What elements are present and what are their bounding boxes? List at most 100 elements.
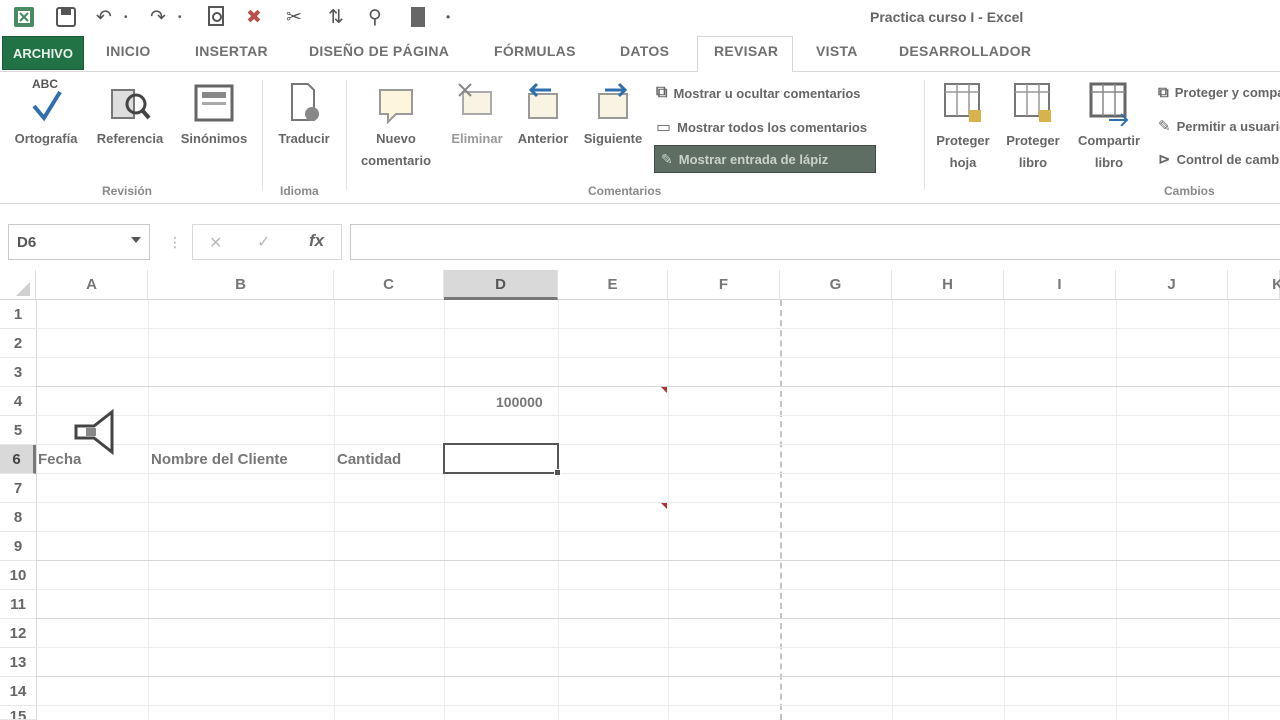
track-changes-button[interactable]: ⊳ Control de cambios: [1158, 150, 1280, 168]
worksheet-grid[interactable]: A B C D E F G H I J K 1 2 3 4 5 6 7 8 9 …: [0, 270, 1280, 720]
undo-dropdown-icon[interactable]: •: [124, 4, 128, 30]
column-header-g[interactable]: G: [780, 270, 892, 300]
column-header-d[interactable]: D: [444, 270, 558, 300]
column-header-k[interactable]: K: [1228, 270, 1280, 300]
clear-icon[interactable]: ✖: [246, 4, 262, 30]
tab-insertar[interactable]: INSERTAR: [195, 43, 268, 59]
filter-icon[interactable]: ⚲: [368, 4, 382, 30]
comment-indicator[interactable]: [661, 387, 667, 393]
page-break-line: [780, 300, 782, 720]
row-header-11[interactable]: 11: [0, 590, 36, 619]
tab-datos[interactable]: DATOS: [620, 43, 669, 59]
row-header-4[interactable]: 4: [0, 387, 36, 416]
cancel-icon[interactable]: ✕: [209, 233, 222, 253]
select-all-corner[interactable]: [0, 270, 36, 300]
grid-line: [1228, 300, 1229, 720]
tab-revisar[interactable]: REVISAR: [714, 43, 778, 59]
row-header-15[interactable]: 15: [0, 706, 36, 720]
share-book-button[interactable]: Compartir libro: [1068, 80, 1150, 174]
tab-vista[interactable]: VISTA: [816, 43, 858, 59]
column-header-c[interactable]: C: [334, 270, 444, 300]
row-header-7[interactable]: 7: [0, 474, 36, 503]
row-header-6[interactable]: 6: [0, 445, 36, 474]
tab-archivo[interactable]: ARCHIVO: [2, 36, 84, 70]
protect-sheet-button[interactable]: Proteger hoja: [928, 80, 998, 174]
comment-indicator[interactable]: [661, 503, 667, 509]
redo-icon[interactable]: ↷: [150, 4, 166, 30]
insert-function-icon[interactable]: fx: [309, 231, 324, 251]
customize-qat-icon[interactable]: •: [446, 4, 450, 30]
formula-bar-grip-icon: ⋮: [168, 234, 182, 250]
row-header-14[interactable]: 14: [0, 677, 36, 706]
tab-desarrollador[interactable]: DESARROLLADOR: [899, 43, 1031, 59]
name-box-dropdown-icon[interactable]: [131, 237, 141, 243]
group-label-idioma: Idioma: [280, 184, 319, 198]
row-header-3[interactable]: 3: [0, 358, 36, 387]
row-header-10[interactable]: 10: [0, 561, 36, 590]
ribbon: ABC Ortografía Referencia Sinónimos Revi…: [0, 72, 1280, 204]
grid-line: [892, 300, 893, 720]
delete-comment-button[interactable]: Eliminar: [444, 82, 510, 150]
formula-buttons: ✕ ✓ fx: [192, 224, 342, 260]
research-button[interactable]: Referencia: [88, 82, 172, 150]
column-header-j[interactable]: J: [1116, 270, 1228, 300]
thesaurus-icon: [192, 82, 236, 124]
row-header-12[interactable]: 12: [0, 619, 36, 648]
tab-formulas[interactable]: FÓRMULAS: [494, 43, 576, 59]
enter-icon[interactable]: ✓: [257, 232, 270, 252]
sort-icon[interactable]: ⇅: [328, 4, 344, 30]
grid-line: [36, 444, 1280, 445]
new-comment-button[interactable]: Nuevo comentario: [350, 82, 442, 172]
row-header-13[interactable]: 13: [0, 648, 36, 677]
group-label-revision: Revisión: [102, 184, 153, 198]
name-box[interactable]: D6: [8, 224, 150, 260]
print-preview-icon[interactable]: [206, 4, 228, 30]
tab-diseno-pagina[interactable]: DISEÑO DE PÁGINA: [309, 43, 449, 59]
next-comment-button[interactable]: Siguiente: [576, 80, 650, 150]
column-header-i[interactable]: I: [1004, 270, 1116, 300]
cell-c6[interactable]: Cantidad: [337, 451, 401, 468]
redo-dropdown-icon[interactable]: •: [178, 4, 182, 30]
show-hide-comments-button[interactable]: ⧉ Mostrar u ocultar comentarios: [656, 84, 861, 102]
tab-inicio[interactable]: INICIO: [106, 43, 151, 59]
show-ink-button[interactable]: ✎ Mostrar entrada de lápiz: [654, 145, 876, 173]
cell-b6[interactable]: Nombre del Cliente: [151, 451, 288, 468]
save-icon[interactable]: [54, 4, 78, 30]
column-header-f[interactable]: F: [668, 270, 780, 300]
grid-line: [36, 357, 1280, 358]
row-header-1[interactable]: 1: [0, 300, 36, 329]
grid-line: [334, 300, 335, 720]
column-header-b[interactable]: B: [148, 270, 334, 300]
formula-input[interactable]: [350, 224, 1280, 260]
column-header-a[interactable]: A: [36, 270, 148, 300]
translate-button[interactable]: Traducir: [268, 82, 340, 150]
protect-share-button[interactable]: ⧉ Proteger y compartir libro: [1158, 84, 1280, 101]
allow-edit-ranges-button[interactable]: ✎ Permitir a usuarios modificar rangos: [1158, 117, 1280, 135]
active-cell-d6[interactable]: [443, 443, 559, 474]
share-book-label-1: Compartir: [1077, 133, 1141, 148]
row-header-9[interactable]: 9: [0, 532, 36, 561]
row-header-2[interactable]: 2: [0, 329, 36, 358]
grid-line: [36, 386, 1280, 387]
thesaurus-label: Sinónimos: [180, 131, 248, 146]
group-divider: [924, 80, 925, 190]
show-all-comments-button[interactable]: ▭ Mostrar todos los comentarios: [656, 117, 867, 137]
previous-comment-button[interactable]: Anterior: [510, 80, 576, 150]
grid-line: [1116, 300, 1117, 720]
name-box-value: D6: [17, 234, 37, 251]
grid-line: [148, 300, 149, 720]
clear-formats-icon[interactable]: ✂: [286, 4, 302, 30]
protect-book-button[interactable]: Proteger libro: [998, 80, 1068, 174]
row-header-8[interactable]: 8: [0, 503, 36, 532]
grid-line: [36, 531, 1280, 532]
undo-icon[interactable]: ↶: [96, 4, 112, 30]
fill-handle[interactable]: [554, 469, 561, 476]
form-icon[interactable]: [408, 4, 428, 30]
column-header-h[interactable]: H: [892, 270, 1004, 300]
thesaurus-button[interactable]: Sinónimos: [172, 82, 256, 150]
cell-d4[interactable]: 100000: [496, 394, 543, 410]
cursor-icon: [72, 408, 118, 461]
spelling-button[interactable]: ABC Ortografía: [6, 78, 86, 150]
column-header-e[interactable]: E: [558, 270, 668, 300]
row-header-5[interactable]: 5: [0, 416, 36, 445]
